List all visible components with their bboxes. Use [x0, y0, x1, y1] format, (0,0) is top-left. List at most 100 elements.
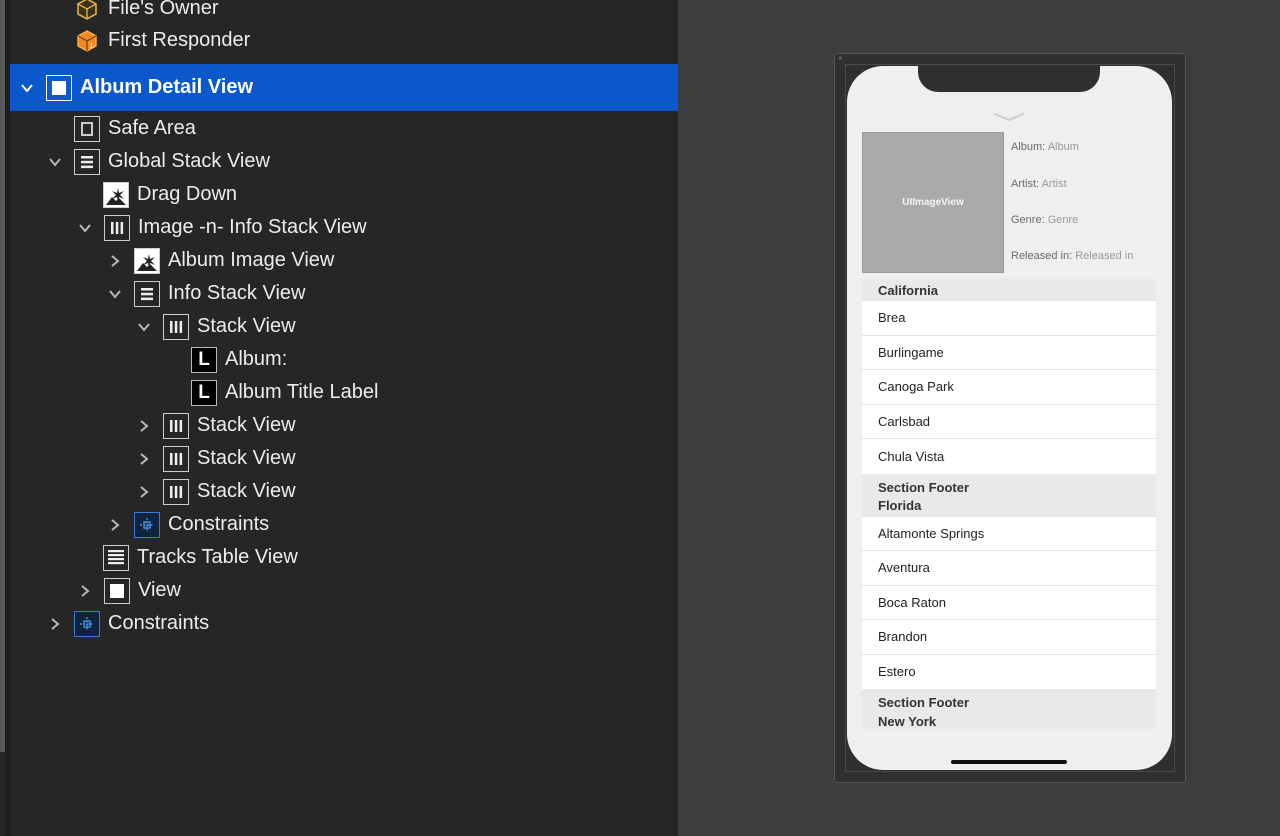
disclosure-expanded-icon[interactable] [16, 77, 38, 99]
table-cell[interactable]: Carlsbad [862, 404, 1156, 439]
disclosure-collapsed-icon[interactable] [104, 250, 126, 272]
outline-item-album-title-label[interactable]: L Album Title Label [10, 376, 678, 409]
tracks-table-view[interactable]: California Brea Burlingame Canoga Park C… [862, 279, 1156, 729]
disclosure-collapsed-icon[interactable] [133, 448, 155, 470]
outline-item-stack-view[interactable]: Stack View [10, 310, 678, 343]
svg-text:1: 1 [89, 42, 93, 50]
table-cell[interactable]: Altamonte Springs [862, 516, 1156, 551]
disclosure-collapsed-icon[interactable] [133, 415, 155, 437]
outline-item-stack-view[interactable]: Stack View [10, 409, 678, 442]
section-footer: Section Footer [862, 689, 1156, 710]
outline-item-label: Album Title Label [225, 381, 379, 403]
album-key: Album: [1011, 141, 1046, 153]
constraints-icon [74, 610, 100, 637]
outline-item-label: Album: [225, 348, 288, 370]
first-responder-icon: 1 [74, 28, 100, 54]
table-cell[interactable]: Brea [862, 301, 1156, 336]
outline-item-label: Album Image View [168, 249, 335, 271]
view-icon [46, 74, 72, 101]
section-header: New York [862, 710, 1156, 729]
outline-item-constraints[interactable]: Constraints [10, 607, 678, 640]
album-value: Album [1047, 141, 1079, 153]
outline-item-files-owner[interactable]: File's Owner [10, 0, 678, 25]
device-screen[interactable]: UIImageView Album: Album Artist: Artist … [847, 66, 1172, 770]
disclosure-collapsed-icon[interactable] [133, 481, 155, 503]
outline-item-label: First Responder [108, 29, 251, 51]
table-cell[interactable]: Brandon [862, 620, 1156, 655]
disclosure-collapsed-icon[interactable] [104, 514, 126, 536]
outline-item-label: Safe Area [108, 117, 196, 139]
released-info-row: Released in: Released in [1011, 250, 1133, 262]
disclosure-collapsed-icon[interactable] [74, 580, 96, 602]
chevron-down-icon[interactable] [994, 112, 1024, 122]
label-icon: L [191, 379, 217, 406]
vertical-stack-icon [74, 148, 100, 175]
outline-item-album-image-view[interactable]: Album Image View [10, 244, 678, 277]
outline-item-view[interactable]: View [10, 574, 678, 607]
genre-info-row: Genre: Genre [1011, 214, 1078, 226]
outline-item-label: Stack View [197, 414, 296, 436]
outline-item-label: Constraints [108, 612, 210, 634]
disclosure-expanded-icon[interactable] [104, 283, 126, 305]
horizontal-stack-icon [163, 412, 189, 439]
outline-item-safe-area[interactable]: Safe Area [10, 112, 678, 145]
outline-item-label: Stack View [197, 315, 296, 337]
artist-info-row: Artist: Artist [1011, 178, 1067, 190]
image-view-icon [134, 247, 160, 274]
album-info-row: Album: Album [1011, 141, 1079, 153]
horizontal-stack-icon [163, 445, 189, 472]
genre-value: Genre [1047, 214, 1079, 226]
table-cell[interactable]: Burlingame [862, 335, 1156, 370]
section-header: Florida [862, 494, 1156, 517]
outline-item-first-responder[interactable]: 1 First Responder [10, 24, 678, 57]
disclosure-expanded-icon[interactable] [44, 151, 66, 173]
outline-item-label: Tracks Table View [137, 546, 298, 568]
outline-item-label: Stack View [197, 447, 296, 469]
artist-key: Artist: [1011, 178, 1040, 190]
document-outline: File's Owner 1 First Responder Album Det… [0, 0, 678, 836]
table-cell[interactable]: Aventura [862, 551, 1156, 586]
outline-item-image-info-stack-view[interactable]: Image -n- Info Stack View [10, 211, 678, 244]
device-notch [918, 66, 1100, 92]
outline-item-global-stack-view[interactable]: Global Stack View [10, 145, 678, 178]
outline-item-album-label[interactable]: L Album: [10, 343, 678, 376]
outline-item-stack-view[interactable]: Stack View [10, 475, 678, 508]
outline-item-label: Drag Down [137, 183, 238, 205]
view-icon [104, 577, 130, 604]
outline-item-label: Image -n- Info Stack View [138, 216, 367, 238]
outline-item-label: View [138, 579, 181, 601]
artist-value: Artist [1041, 178, 1067, 190]
outline-item-label: Global Stack View [108, 150, 270, 172]
released-value: Released in [1075, 250, 1134, 262]
table-cell[interactable]: Boca Raton [862, 585, 1156, 620]
outline-item-label: Stack View [197, 480, 296, 502]
disclosure-collapsed-icon[interactable] [44, 613, 66, 635]
outline-item-drag-down[interactable]: Drag Down [10, 178, 678, 211]
cube-icon [74, 0, 100, 22]
label-icon: L [191, 346, 217, 373]
horizontal-stack-icon [104, 214, 130, 241]
outline-item-album-detail-view[interactable]: Album Detail View [10, 64, 678, 111]
vertical-stack-icon [134, 280, 160, 307]
outline-item-tracks-table-view[interactable]: Tracks Table View [10, 541, 678, 574]
genre-key: Genre: [1011, 214, 1045, 226]
disclosure-expanded-icon[interactable] [74, 217, 96, 239]
table-cell[interactable]: Canoga Park [862, 370, 1156, 405]
horizontal-stack-icon [163, 478, 189, 505]
released-key: Released in: [1011, 250, 1073, 262]
safe-area-icon [74, 115, 100, 142]
table-cell[interactable]: Estero [862, 654, 1156, 689]
outline-item-stack-view[interactable]: Stack View [10, 442, 678, 475]
horizontal-stack-icon [163, 313, 189, 340]
close-icon[interactable]: × [838, 55, 844, 63]
outline-item-constraints[interactable]: Constraints [10, 508, 678, 541]
outline-item-label: File's Owner [108, 0, 219, 19]
home-indicator [951, 760, 1067, 764]
disclosure-expanded-icon[interactable] [133, 316, 155, 338]
table-view-icon [103, 544, 129, 571]
outline-item-info-stack-view[interactable]: Info Stack View [10, 277, 678, 310]
section-footer: Section Footer [862, 473, 1156, 495]
album-image-placeholder[interactable]: UIImageView [862, 132, 1004, 273]
outline-item-label: Info Stack View [168, 282, 306, 304]
table-cell[interactable]: Chula Vista [862, 439, 1156, 474]
